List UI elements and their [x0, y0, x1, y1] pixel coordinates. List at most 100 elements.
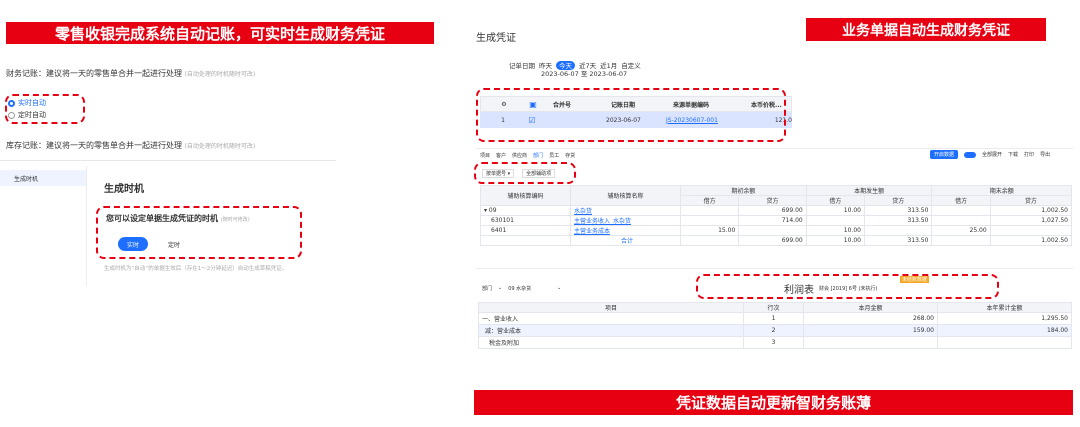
sub-credit: 贷方 [989, 195, 1073, 206]
finance-setting-label: 财务记账：建议将一天的零售单合并一起进行处理 (自动处理的时机随时可改) [6, 68, 255, 79]
radio-scheduled[interactable]: 定时自动 [8, 110, 46, 120]
cell: 1,002.50 [989, 205, 1073, 216]
cell [863, 225, 933, 236]
filter-aux[interactable]: 全部辅助项 [522, 169, 556, 178]
dept-dropdown-icon: ⌄ [557, 285, 562, 291]
ledger-actions: 开启数据 全部展开 下载 打印 导出 [930, 150, 1050, 159]
finance-label-text: 财务记账：建议将一天的零售单合并一起进行处理 [6, 69, 182, 78]
sub-debit: 借方 [805, 195, 865, 206]
cell: 1,002.50 [989, 235, 1073, 246]
filter-by-doc[interactable]: 按单据号 ▾ [482, 169, 515, 178]
tab-project[interactable]: 项目 [480, 152, 490, 159]
row-month: 268.00 [803, 312, 938, 325]
row-line: 2 [743, 324, 804, 337]
row-name[interactable]: 水杂货 [570, 205, 681, 216]
table-row[interactable]: 6401 主营业务成本 15.00 10.00 25.00 [480, 225, 1073, 236]
table-row[interactable]: 一、营业收入 1 268.00 1,295.50 [478, 312, 1072, 325]
cell: 10.00 [805, 225, 865, 236]
cell: 1,027.50 [989, 215, 1073, 226]
cell: 313.50 [863, 215, 933, 226]
row-year: 1,295.50 [937, 312, 1072, 325]
cell: 313.50 [863, 235, 933, 246]
col-line: 行次 [743, 302, 804, 313]
inventory-label-text: 库存记账：建议将一天的零售单合并一起进行处理 [6, 141, 182, 150]
table-row[interactable]: 630101 主营业务收入_水杂货 714.00 313.50 1,027.50 [480, 215, 1073, 226]
voucher-title: 生成凭证 [476, 33, 516, 44]
ledger-filters: 按单据号 ▾ 全部辅助项 [482, 169, 556, 178]
col-period: 本期发生额 [805, 185, 933, 196]
cell [931, 205, 991, 216]
row-code: 630101 [480, 215, 571, 226]
row-code: ▾ 09 [480, 205, 571, 216]
timing-prompt: 您可以设定单据生成凭证的时机 (随时可修改) [106, 213, 250, 224]
profit-header-row: 项目 行次 本月金额 本年累计金额 [478, 302, 1072, 313]
expand-toggle[interactable] [964, 151, 977, 158]
radio-realtime-label: 实时自动 [18, 99, 46, 107]
cell: 313.50 [863, 205, 933, 216]
voucher-highlight [476, 88, 786, 142]
cell [931, 235, 991, 246]
open-data-button[interactable]: 开启数据 [930, 150, 959, 159]
cell [679, 235, 740, 246]
profit-subtitle: 财会 [2019] 6号 (未执行) [819, 286, 878, 292]
inventory-hint: (自动处理的时机随时可改) [184, 143, 256, 150]
unsettled-badge: 未结账数据 [900, 276, 930, 283]
col-month: 本月金额 [803, 302, 938, 313]
profit-table: 项目 行次 本月金额 本年累计金额 一、营业收入 1 268.00 1,295.… [478, 302, 1072, 349]
col-opening: 期初余额 [680, 185, 807, 196]
radio-realtime[interactable]: 实时自动 [8, 98, 46, 108]
table-row[interactable]: 减：营业成本 2 159.00 184.00 [478, 324, 1072, 337]
cell: 699.00 [738, 235, 807, 246]
cell: 10.00 [805, 205, 865, 216]
row-name[interactable]: 主营业务收入_水杂货 [570, 215, 681, 226]
cell: 699.00 [738, 205, 807, 216]
sub-credit: 贷方 [863, 195, 933, 206]
tab-customer[interactable]: 客户 [496, 152, 506, 159]
tab-supplier[interactable]: 供应商 [512, 152, 527, 159]
table-row[interactable]: 税金及附加 3 [478, 336, 1072, 349]
sidebar-item-timing[interactable]: 生成时机 [0, 170, 86, 186]
realtime-button[interactable]: 实时 [118, 237, 148, 251]
row-code [480, 235, 571, 246]
row-item: 一、营业收入 [478, 312, 744, 325]
cell [679, 215, 740, 226]
tab-inventory[interactable]: 存货 [565, 152, 575, 159]
cell: 25.00 [931, 225, 991, 236]
row-name[interactable]: 主营业务成本 [570, 225, 681, 236]
row-year [937, 336, 1072, 349]
cell: 10.00 [805, 235, 865, 246]
row-line: 3 [743, 336, 804, 349]
export-button[interactable]: 导出 [1040, 151, 1050, 158]
table-row[interactable]: ▾ 09 水杂货 699.00 10.00 313.50 1,002.50 [480, 205, 1073, 216]
cell [805, 215, 865, 226]
radio-scheduled-label: 定时自动 [18, 111, 46, 119]
dept-value: 09 水杂货 [508, 286, 532, 292]
col-item: 项目 [478, 302, 744, 313]
scheduled-button[interactable]: 定时 [168, 240, 180, 249]
inventory-setting-label: 库存记账：建议将一天的零售单合并一起进行处理 (自动处理的时机随时可改) [6, 140, 255, 151]
sub-debit: 借方 [931, 195, 991, 206]
cell: 714.00 [738, 215, 807, 226]
dept-chevron-icon: ⌄ [498, 285, 503, 291]
download-button[interactable]: 下载 [1008, 151, 1018, 158]
section-title: 生成时机 [104, 184, 144, 195]
table-row: 合计 699.00 10.00 313.50 1,002.50 [480, 235, 1073, 246]
timing-note: 生成时机为“自动”的单据生效后（存在1～2分钟延迟）自动生成草稿凭证。 [104, 266, 288, 272]
sub-debit: 借方 [679, 195, 740, 206]
row-code: 6401 [480, 225, 571, 236]
tab-employee[interactable]: 员工 [549, 152, 559, 159]
timing-prompt-hint: (随时可修改) [220, 217, 250, 223]
row-month [803, 336, 938, 349]
dept-filter[interactable]: 部门 ⌄ 09 水杂货 ⌄ [482, 285, 561, 292]
print-button[interactable]: 打印 [1024, 151, 1034, 158]
profit-title: 利润表 [784, 285, 814, 296]
ledger-tabs: 项目 客户 供应商 部门 员工 存货 [480, 152, 575, 159]
date-filter-label: 记单日期 [509, 62, 535, 70]
total-label: 合计 [570, 235, 681, 246]
tab-department[interactable]: 部门 [533, 152, 543, 159]
row-line: 1 [743, 312, 804, 325]
col-aux-code: 辅助核算编码 [480, 185, 571, 206]
finance-hint: (自动处理的时机随时可改) [184, 71, 256, 78]
cell [738, 225, 807, 236]
profit-title-group: 利润表 财会 [2019] 6号 (未执行) [784, 281, 877, 296]
